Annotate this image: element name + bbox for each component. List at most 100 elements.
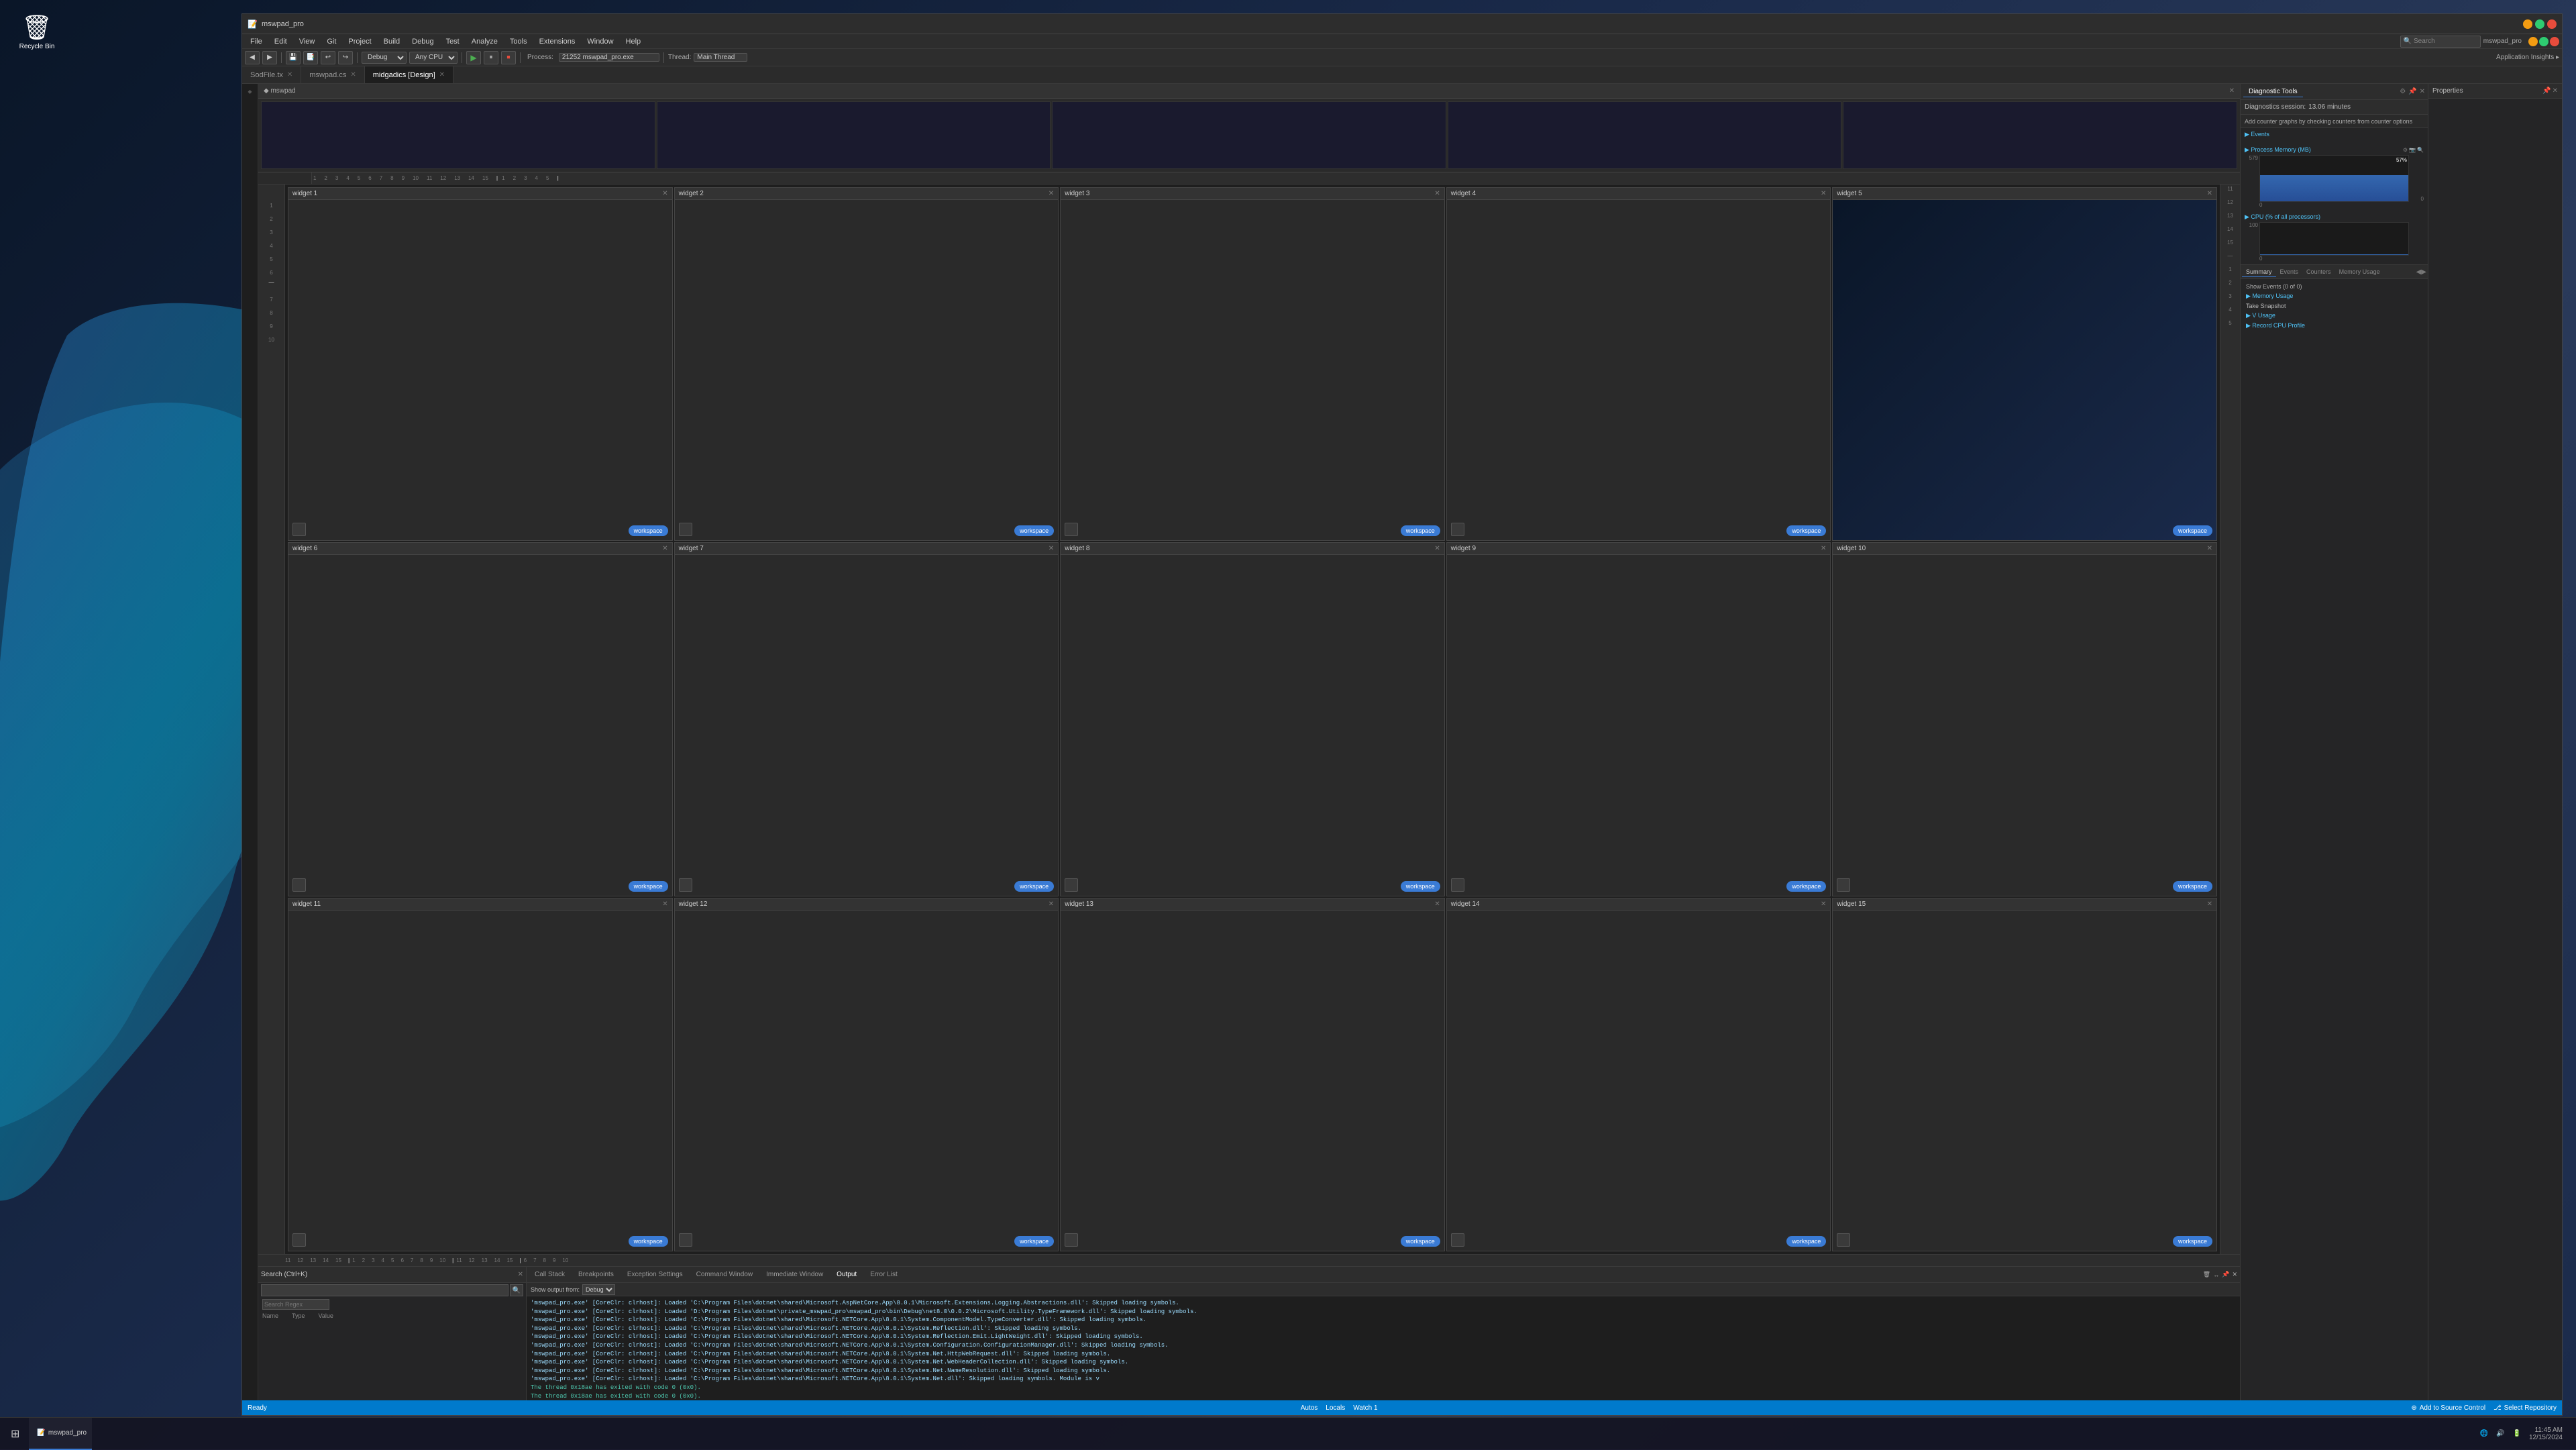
workspace-btn-2[interactable]: workspace: [1014, 525, 1054, 536]
tab-output[interactable]: Output: [831, 1270, 862, 1280]
output-clear-icon[interactable]: 🗑: [2203, 1271, 2210, 1278]
tab-breakpoints[interactable]: Breakpoints: [573, 1270, 619, 1280]
status-locals[interactable]: Locals: [1326, 1404, 1345, 1412]
diag-option-vusage[interactable]: ▶ V Usage: [2243, 311, 2425, 321]
dtab-next[interactable]: ▶: [2421, 268, 2426, 276]
workspace-btn-9[interactable]: workspace: [1786, 881, 1826, 892]
workspace-btn-14[interactable]: workspace: [1786, 1236, 1826, 1247]
diag-option-memory[interactable]: ▶ Memory Usage: [2243, 291, 2425, 301]
memory-snapshot-icon[interactable]: 📷: [2409, 147, 2416, 153]
widget-close-4[interactable]: ✕: [1821, 190, 1826, 197]
widget-close-15[interactable]: ✕: [2207, 900, 2212, 908]
widget-close-9[interactable]: ✕: [1821, 545, 1826, 552]
output-close-icon[interactable]: ✕: [2232, 1271, 2237, 1278]
tab-diagnostic-tools[interactable]: Diagnostic Tools: [2243, 87, 2303, 97]
search-input[interactable]: [261, 1284, 508, 1296]
dtab-summary[interactable]: Summary: [2242, 267, 2276, 277]
menu-test[interactable]: Test: [441, 36, 465, 47]
widget-close-12[interactable]: ✕: [1049, 900, 1054, 908]
process-value[interactable]: 21252 mswpad_pro.exe: [559, 53, 659, 62]
menu-help[interactable]: Help: [621, 36, 647, 47]
status-source-control[interactable]: ⊕ Add to Source Control: [2411, 1404, 2485, 1412]
prop-close-icon[interactable]: ✕: [2553, 87, 2558, 95]
tab-callstack[interactable]: Call Stack: [529, 1270, 570, 1280]
output-source-select[interactable]: Debug Build: [582, 1284, 615, 1295]
workspace-btn-3[interactable]: workspace: [1401, 525, 1440, 536]
tab-close-mswpad[interactable]: ✕: [350, 71, 356, 79]
diag-option-snapshot[interactable]: Take Snapshot: [2243, 301, 2425, 311]
workspace-btn-10[interactable]: workspace: [2173, 881, 2212, 892]
cpu-toggle[interactable]: ▶ CPU (% of all processors): [2245, 213, 2424, 221]
toolbar-save[interactable]: 💾: [286, 51, 301, 64]
tab-immediate[interactable]: Immediate Window: [761, 1270, 828, 1280]
workspace-btn-5[interactable]: workspace: [2173, 525, 2212, 536]
minimize-button[interactable]: [2523, 19, 2532, 29]
widget-close-10[interactable]: ✕: [2207, 545, 2212, 552]
widget-close-11[interactable]: ✕: [662, 900, 667, 908]
dtab-prev[interactable]: ◀: [2416, 268, 2422, 276]
diagnostic-options-icon[interactable]: ⚙: [2400, 88, 2406, 95]
prop-pin-icon[interactable]: 📌: [2542, 87, 2551, 95]
tab-mswpad[interactable]: mswpad.cs ✕: [301, 66, 364, 83]
output-pin-icon[interactable]: 📌: [2222, 1271, 2229, 1278]
menu-file[interactable]: File: [245, 36, 268, 47]
events-toggle[interactable]: ▶ Events: [2245, 131, 2424, 138]
tab-exception[interactable]: Exception Settings: [622, 1270, 688, 1280]
widget-close-7[interactable]: ✕: [1049, 545, 1054, 552]
workspace-btn-12[interactable]: workspace: [1014, 1236, 1054, 1247]
toolbar-back[interactable]: ◀: [245, 51, 260, 64]
maximize-button[interactable]: [2535, 19, 2544, 29]
workspace-btn-1[interactable]: workspace: [629, 525, 668, 536]
memory-toggle[interactable]: ▶ Process Memory (MB) ⚙ 📷 🔍: [2245, 146, 2424, 154]
widget-close-1[interactable]: ✕: [662, 190, 667, 197]
widget-close-14[interactable]: ✕: [1821, 900, 1826, 908]
workspace-btn-4[interactable]: workspace: [1786, 525, 1826, 536]
menu-maximize[interactable]: [2539, 37, 2548, 46]
menu-debug[interactable]: Debug: [407, 36, 439, 47]
toolbar-forward[interactable]: ▶: [262, 51, 277, 64]
start-debugging-button[interactable]: ▶: [466, 51, 481, 64]
workspace-btn-15[interactable]: workspace: [2173, 1236, 2212, 1247]
memory-zoom-icon[interactable]: 🔍: [2417, 147, 2424, 153]
search-box[interactable]: 🔍 Search: [2400, 36, 2481, 48]
workspace-btn-8[interactable]: workspace: [1401, 881, 1440, 892]
output-word-wrap-icon[interactable]: ↔: [2213, 1272, 2219, 1278]
menu-edit[interactable]: Edit: [269, 36, 292, 47]
toolbar-redo[interactable]: ↪: [338, 51, 353, 64]
workspace-btn-13[interactable]: workspace: [1401, 1236, 1440, 1247]
debug-config-dropdown[interactable]: Debug Release: [362, 52, 407, 64]
menu-close[interactable]: [2550, 37, 2559, 46]
menu-git[interactable]: Git: [321, 36, 341, 47]
workspace-btn-7[interactable]: workspace: [1014, 881, 1054, 892]
search-regex-input[interactable]: [262, 1299, 329, 1310]
tab-close-sodfile[interactable]: ✕: [287, 71, 292, 79]
widget-close-13[interactable]: ✕: [1434, 900, 1440, 908]
stop-button[interactable]: ⏹: [501, 51, 516, 64]
status-repository[interactable]: ⎇ Select Repository: [2493, 1404, 2557, 1412]
dtab-events[interactable]: Events: [2276, 267, 2303, 276]
status-watch[interactable]: Watch 1: [1353, 1404, 1377, 1412]
tab-design[interactable]: midgadics [Design] ✕: [365, 66, 453, 83]
status-autos[interactable]: Autos: [1301, 1404, 1318, 1412]
taskbar-start[interactable]: ⊞: [0, 1418, 28, 1450]
recycle-bin[interactable]: 🗑 Recycle Bin: [13, 13, 60, 50]
search-panel-collapse[interactable]: ✕: [518, 1271, 523, 1278]
diagnostic-pin-icon[interactable]: 📌: [2408, 88, 2416, 95]
widget-close-3[interactable]: ✕: [1434, 190, 1440, 197]
thread-value[interactable]: Main Thread: [694, 53, 747, 62]
menu-window[interactable]: Window: [582, 36, 619, 47]
widget-close-5[interactable]: ✕: [2207, 190, 2212, 197]
dtab-counters[interactable]: Counters: [2302, 267, 2335, 276]
menu-view[interactable]: View: [294, 36, 321, 47]
widget-close-2[interactable]: ✕: [1049, 190, 1054, 197]
widget-close-6[interactable]: ✕: [662, 545, 667, 552]
workspace-btn-11[interactable]: workspace: [629, 1236, 668, 1247]
platform-dropdown[interactable]: Any CPU: [409, 52, 458, 64]
toolbar-undo[interactable]: ↩: [321, 51, 335, 64]
diag-option-cpu[interactable]: ▶ Record CPU Profile: [2243, 321, 2425, 331]
menu-minimize[interactable]: [2528, 37, 2538, 46]
search-go-button[interactable]: 🔍: [510, 1284, 523, 1296]
menu-extensions[interactable]: Extensions: [534, 36, 581, 47]
widget-close-8[interactable]: ✕: [1434, 545, 1440, 552]
close-button[interactable]: [2547, 19, 2557, 29]
